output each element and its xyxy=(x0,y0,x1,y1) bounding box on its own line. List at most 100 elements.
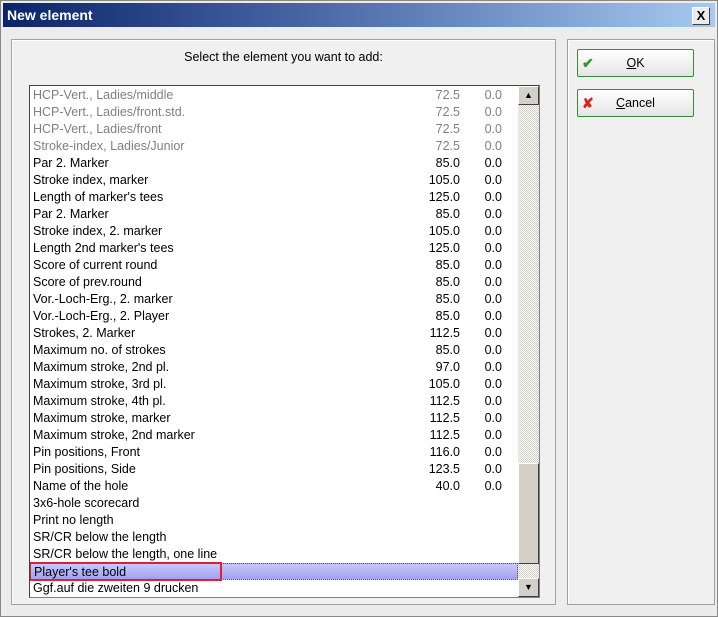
item-label: Score of prev.round xyxy=(33,275,142,289)
item-value-1: 112.5 xyxy=(429,411,460,425)
item-value-2: 0.0 xyxy=(484,156,502,170)
item-value-2: 0.0 xyxy=(484,88,502,102)
list-item[interactable]: Strokes, 2. Marker 112.5 0.0 xyxy=(30,325,518,342)
item-value-2: 0.0 xyxy=(484,258,502,272)
item-value-2: 0.0 xyxy=(484,122,502,136)
ok-button[interactable]: ✔ OK xyxy=(577,49,694,77)
item-value-2: 0.0 xyxy=(484,309,502,323)
list-item[interactable]: Score of prev.round 85.0 0.0 xyxy=(30,274,518,291)
item-value-1: 40.0 xyxy=(435,479,460,493)
scroll-up-button[interactable]: ▲ xyxy=(518,86,539,105)
item-label: 3x6-hole scorecard xyxy=(33,496,140,510)
list-item[interactable]: Maximum stroke, 3rd pl. 105.0 0.0 xyxy=(30,376,518,393)
item-value-2: 0.0 xyxy=(484,326,502,340)
item-label: Maximum stroke, 2nd marker xyxy=(33,428,195,442)
item-label: Maximum stroke, 2nd pl. xyxy=(33,360,170,374)
item-value-1: 105.0 xyxy=(428,173,460,187)
item-value-2: 0.0 xyxy=(484,207,502,221)
list-item[interactable]: HCP-Vert., Ladies/middle 72.5 0.0 xyxy=(30,87,518,104)
item-value-2: 0.0 xyxy=(484,445,502,459)
item-label: Vor.-Loch-Erg., 2. Player xyxy=(33,309,170,323)
item-value-1: 72.5 xyxy=(435,139,460,153)
item-label: Length of marker's tees xyxy=(33,190,164,204)
item-value-1: 112.5 xyxy=(429,428,460,442)
x-icon: ✘ xyxy=(582,95,594,111)
list-item[interactable]: Score of current round 85.0 0.0 xyxy=(30,257,518,274)
list-item[interactable]: HCP-Vert., Ladies/front 72.5 0.0 xyxy=(30,121,518,138)
list-item[interactable]: Vor.-Loch-Erg., 2. Player 85.0 0.0 xyxy=(30,308,518,325)
list-item[interactable]: Stroke-index, Ladies/Junior 72.5 0.0 xyxy=(30,138,518,155)
close-button[interactable]: X xyxy=(692,7,710,25)
item-label: Ggf.auf die zweiten 9 drucken xyxy=(33,581,199,595)
title-bar: New element X xyxy=(3,3,715,27)
checkmark-icon: ✔ xyxy=(582,55,594,71)
item-value-1: 125.0 xyxy=(428,190,460,204)
list-item[interactable]: SR/CR below the length, one line xyxy=(30,546,518,563)
list-item[interactable]: Maximum stroke, marker 112.5 0.0 xyxy=(30,410,518,427)
item-value-1: 85.0 xyxy=(435,156,460,170)
item-label: Pin positions, Side xyxy=(33,462,136,476)
item-label: Length 2nd marker's tees xyxy=(33,241,174,255)
item-label: Maximum stroke, marker xyxy=(33,411,171,425)
ok-label: K xyxy=(636,56,645,70)
list-item[interactable]: Maximum stroke, 2nd marker 112.5 0.0 xyxy=(30,427,518,444)
item-value-2: 0.0 xyxy=(484,224,502,238)
list-item[interactable]: Pin positions, Front 116.0 0.0 xyxy=(30,444,518,461)
item-value-1: 105.0 xyxy=(428,377,460,391)
item-label: HCP-Vert., Ladies/front.std. xyxy=(33,105,186,119)
list-item[interactable]: Vor.-Loch-Erg., 2. marker 85.0 0.0 xyxy=(30,291,518,308)
item-value-2: 0.0 xyxy=(484,139,502,153)
item-label: Par 2. Marker xyxy=(33,156,109,170)
item-value-2: 0.0 xyxy=(484,428,502,442)
item-value-2: 0.0 xyxy=(484,462,502,476)
list-item[interactable]: 3x6-hole scorecard xyxy=(30,495,518,512)
list-item[interactable]: Length 2nd marker's tees 125.0 0.0 xyxy=(30,240,518,257)
list-item[interactable]: HCP-Vert., Ladies/front.std. 72.5 0.0 xyxy=(30,104,518,121)
list-item[interactable]: Par 2. Marker 85.0 0.0 xyxy=(30,206,518,223)
item-label: Vor.-Loch-Erg., 2. marker xyxy=(33,292,173,306)
list-item[interactable]: Maximum stroke, 2nd pl. 97.0 0.0 xyxy=(30,359,518,376)
item-label: Strokes, 2. Marker xyxy=(33,326,136,340)
item-value-1: 72.5 xyxy=(435,88,460,102)
item-value-2: 0.0 xyxy=(484,173,502,187)
cancel-button[interactable]: ✘ Cancel xyxy=(577,89,694,117)
scroll-thumb[interactable] xyxy=(518,463,539,564)
item-value-1: 85.0 xyxy=(435,343,460,357)
list-item[interactable]: Pin positions, Side 123.5 0.0 xyxy=(30,461,518,478)
item-value-1: 112.5 xyxy=(429,326,460,340)
item-value-1: 85.0 xyxy=(435,275,460,289)
item-value-2: 0.0 xyxy=(484,394,502,408)
vertical-scrollbar[interactable]: ▲ ▼ xyxy=(518,86,539,597)
item-value-2: 0.0 xyxy=(484,377,502,391)
item-label: HCP-Vert., Ladies/front xyxy=(33,122,162,136)
list-item[interactable]: Name of the hole 40.0 0.0 xyxy=(30,478,518,495)
list-item[interactable]: Stroke index, 2. marker 105.0 0.0 xyxy=(30,223,518,240)
item-value-2: 0.0 xyxy=(484,479,502,493)
element-list[interactable]: HCP-Vert., Ladies/middle 72.5 0.0 HCP-Vert.… xyxy=(29,85,540,598)
item-value-2: 0.0 xyxy=(484,360,502,374)
list-item[interactable]: Print no length xyxy=(30,512,518,529)
list-item[interactable]: Ggf.auf die zweiten 9 drucken xyxy=(30,580,518,597)
item-value-1: 85.0 xyxy=(435,292,460,306)
item-label: Par 2. Marker xyxy=(33,207,109,221)
cancel-mnemonic: C xyxy=(616,96,626,110)
item-label: Pin positions, Front xyxy=(33,445,140,459)
list-item[interactable]: Maximum no. of strokes 85.0 0.0 xyxy=(30,342,518,359)
scroll-down-button[interactable]: ▼ xyxy=(518,578,539,597)
item-value-2: 0.0 xyxy=(484,241,502,255)
list-item[interactable]: SR/CR below the length xyxy=(30,529,518,546)
ok-mnemonic: O xyxy=(626,56,637,70)
list-item[interactable]: Maximum stroke, 4th pl. 112.5 0.0 xyxy=(30,393,518,410)
item-label: Name of the hole xyxy=(33,479,129,493)
list-item[interactable]: Par 2. Marker 85.0 0.0 xyxy=(30,155,518,172)
item-value-1: 116.0 xyxy=(429,445,460,459)
button-panel xyxy=(567,39,715,605)
list-item[interactable]: Stroke index, marker 105.0 0.0 xyxy=(30,172,518,189)
item-value-1: 123.5 xyxy=(428,462,460,476)
list-item[interactable]: Player's tee bold xyxy=(30,562,518,581)
item-value-1: 97.0 xyxy=(435,360,460,374)
cancel-label: ancel xyxy=(625,96,655,110)
list-item[interactable]: Length of marker's tees 125.0 0.0 xyxy=(30,189,518,206)
item-value-2: 0.0 xyxy=(484,190,502,204)
item-value-1: 112.5 xyxy=(429,394,460,408)
